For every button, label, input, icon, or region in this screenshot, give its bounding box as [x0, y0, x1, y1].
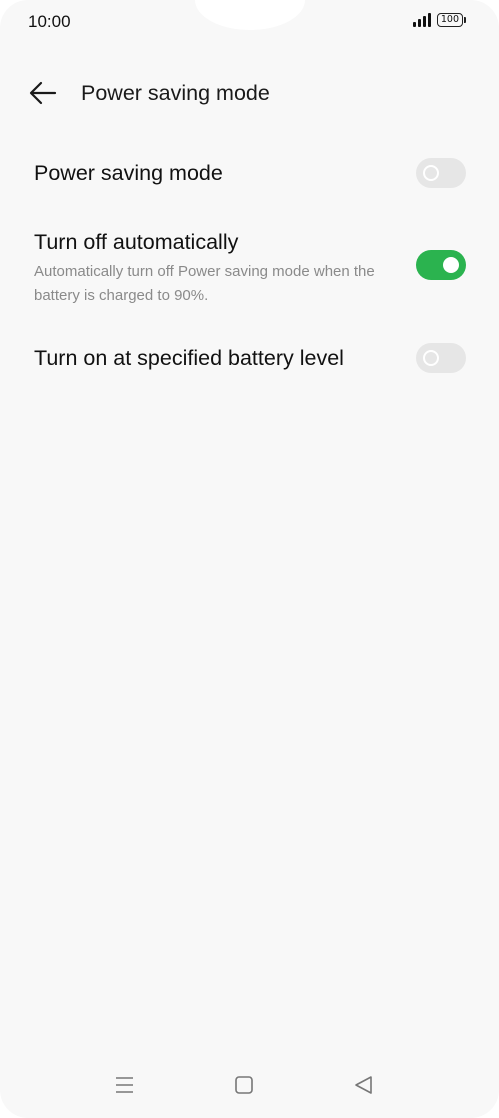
status-bar: 10:00 100 — [0, 0, 499, 44]
battery-level: 100 — [440, 14, 459, 25]
battery-icon: 100 — [436, 13, 467, 27]
app-bar: Power saving mode — [0, 70, 499, 116]
back-button[interactable] — [24, 76, 64, 110]
arrow-left-icon — [29, 81, 57, 105]
navigation-bar — [0, 1058, 499, 1118]
status-icons: 100 — [412, 13, 467, 27]
toggle-knob — [423, 165, 439, 181]
signal-bars-icon — [412, 13, 431, 27]
toggle-knob — [443, 257, 459, 273]
setting-title: Turn on at specified battery level — [34, 346, 344, 370]
setting-turn-off-automatically[interactable]: Turn off automatically Automatically tur… — [0, 225, 499, 315]
power-saving-toggle[interactable] — [416, 158, 466, 188]
setting-description: Automatically turn off Power saving mode… — [34, 263, 375, 304]
setting-title: Turn off automatically — [34, 230, 239, 254]
status-time: 10:00 — [28, 12, 71, 31]
battery-level-toggle[interactable] — [416, 343, 466, 373]
setting-title: Power saving mode — [34, 161, 223, 185]
nav-back-button[interactable] — [343, 1066, 383, 1106]
back-triangle-icon — [355, 1076, 372, 1094]
home-button[interactable] — [224, 1066, 264, 1106]
setting-turn-on-at-battery-level[interactable]: Turn on at specified battery level — [0, 335, 499, 385]
phone-screen: 10:00 100 Power saving mode Power saving… — [0, 0, 499, 1118]
toggle-knob — [423, 350, 439, 366]
turn-off-automatically-toggle[interactable] — [416, 250, 466, 280]
page-title: Power saving mode — [81, 81, 270, 105]
setting-power-saving-mode[interactable]: Power saving mode — [0, 150, 499, 200]
home-square-icon — [235, 1076, 253, 1094]
menu-icon — [116, 1077, 133, 1093]
menu-button[interactable] — [104, 1066, 144, 1106]
